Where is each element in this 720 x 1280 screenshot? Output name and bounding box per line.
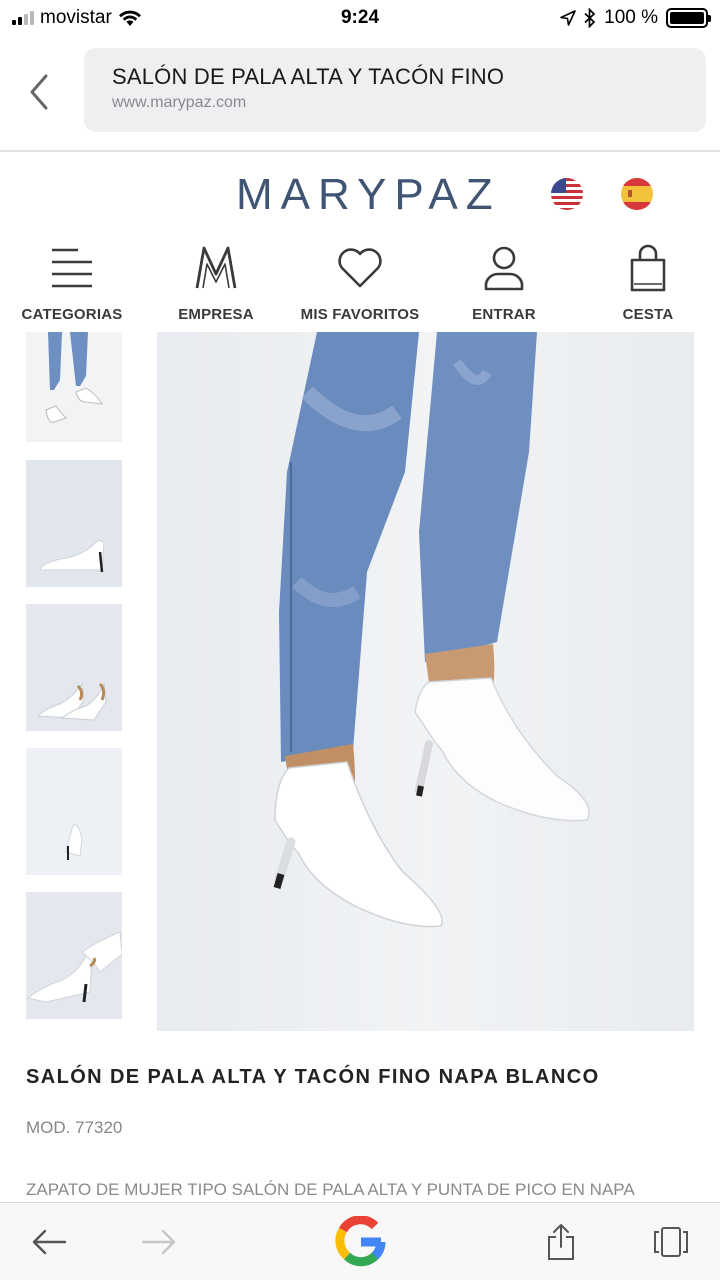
tabs-icon xyxy=(654,1227,688,1257)
thumbnail-image xyxy=(26,604,122,731)
m-logo-icon xyxy=(195,246,237,289)
nav-label: CATEGORIAS xyxy=(21,306,123,323)
google-g-icon xyxy=(335,1216,386,1267)
nav-empresa[interactable]: EMPRESA xyxy=(144,238,288,330)
back-chevron-icon[interactable] xyxy=(24,70,56,114)
site-header: MARYPAZ xyxy=(0,156,720,236)
menu-lines-icon xyxy=(52,248,92,288)
thumbnail-gallery xyxy=(26,332,122,1022)
browser-bar: SALÓN DE PALA ALTA Y TACÓN FINO www.mary… xyxy=(0,36,720,152)
shopping-bag-icon xyxy=(630,244,666,292)
nav-cesta[interactable]: CESTA xyxy=(576,238,720,330)
nav-categorias[interactable]: CATEGORIAS xyxy=(0,238,144,330)
battery-percent: 100 % xyxy=(604,7,658,28)
status-left: movistar xyxy=(12,7,142,29)
product-model: MOD. 77320 xyxy=(26,1118,123,1137)
es-flag-icon[interactable] xyxy=(621,178,653,210)
browser-toolbar xyxy=(0,1202,720,1280)
battery-icon xyxy=(666,8,711,28)
brand-logo[interactable]: MARYPAZ xyxy=(236,170,501,220)
thumbnail-2[interactable] xyxy=(26,460,122,587)
forward-arrow-icon xyxy=(141,1229,176,1255)
product-main-image[interactable] xyxy=(157,332,694,1031)
google-button[interactable] xyxy=(334,1215,388,1269)
thumbnail-image xyxy=(26,892,122,1019)
thumbnail-image xyxy=(45,332,103,423)
forward-button[interactable] xyxy=(134,1217,184,1267)
signal-icon xyxy=(12,11,34,25)
back-arrow-icon xyxy=(32,1229,67,1255)
nav-favoritos[interactable]: MIS FAVORITOS xyxy=(288,238,432,330)
main-nav: CATEGORIAS EMPRESA MIS FAVORITOS ENTRAR … xyxy=(0,238,720,330)
share-icon xyxy=(548,1224,574,1260)
bluetooth-icon xyxy=(584,8,596,28)
nav-label: ENTRAR xyxy=(472,306,536,323)
status-bar: movistar 9:24 100 % xyxy=(0,0,720,36)
wifi-icon xyxy=(118,10,141,26)
nav-entrar[interactable]: ENTRAR xyxy=(432,238,576,330)
nav-label: MIS FAVORITOS xyxy=(300,306,420,323)
user-icon xyxy=(484,246,524,291)
product-photo-illustration xyxy=(273,332,590,928)
thumbnail-4[interactable] xyxy=(26,748,122,875)
page-domain: www.marypaz.com xyxy=(112,94,247,111)
nav-label: EMPRESA xyxy=(178,306,254,323)
thumbnail-5[interactable] xyxy=(26,892,122,1019)
product-description: ZAPATO DE MUJER TIPO SALÓN DE PALA ALTA … xyxy=(26,1180,635,1199)
tabs-button[interactable] xyxy=(646,1217,696,1267)
thumbnail-3[interactable] xyxy=(26,604,122,731)
page-title: SALÓN DE PALA ALTA Y TACÓN FINO xyxy=(112,64,505,89)
status-right: 100 % xyxy=(560,7,711,29)
product-title: SALÓN DE PALA ALTA Y TACÓN FINO NAPA BLA… xyxy=(26,1066,600,1088)
en-us-flag-icon[interactable] xyxy=(551,178,583,210)
thumbnail-1[interactable] xyxy=(26,332,122,442)
location-arrow-icon xyxy=(560,10,576,26)
address-bar[interactable]: SALÓN DE PALA ALTA Y TACÓN FINO www.mary… xyxy=(84,48,706,132)
thumbnail-image xyxy=(26,460,122,587)
heart-icon xyxy=(338,248,382,288)
thumbnail-image xyxy=(26,748,122,875)
share-button[interactable] xyxy=(536,1217,586,1267)
carrier-name: movistar xyxy=(40,7,112,28)
nav-label: CESTA xyxy=(622,306,674,323)
back-button[interactable] xyxy=(24,1217,74,1267)
